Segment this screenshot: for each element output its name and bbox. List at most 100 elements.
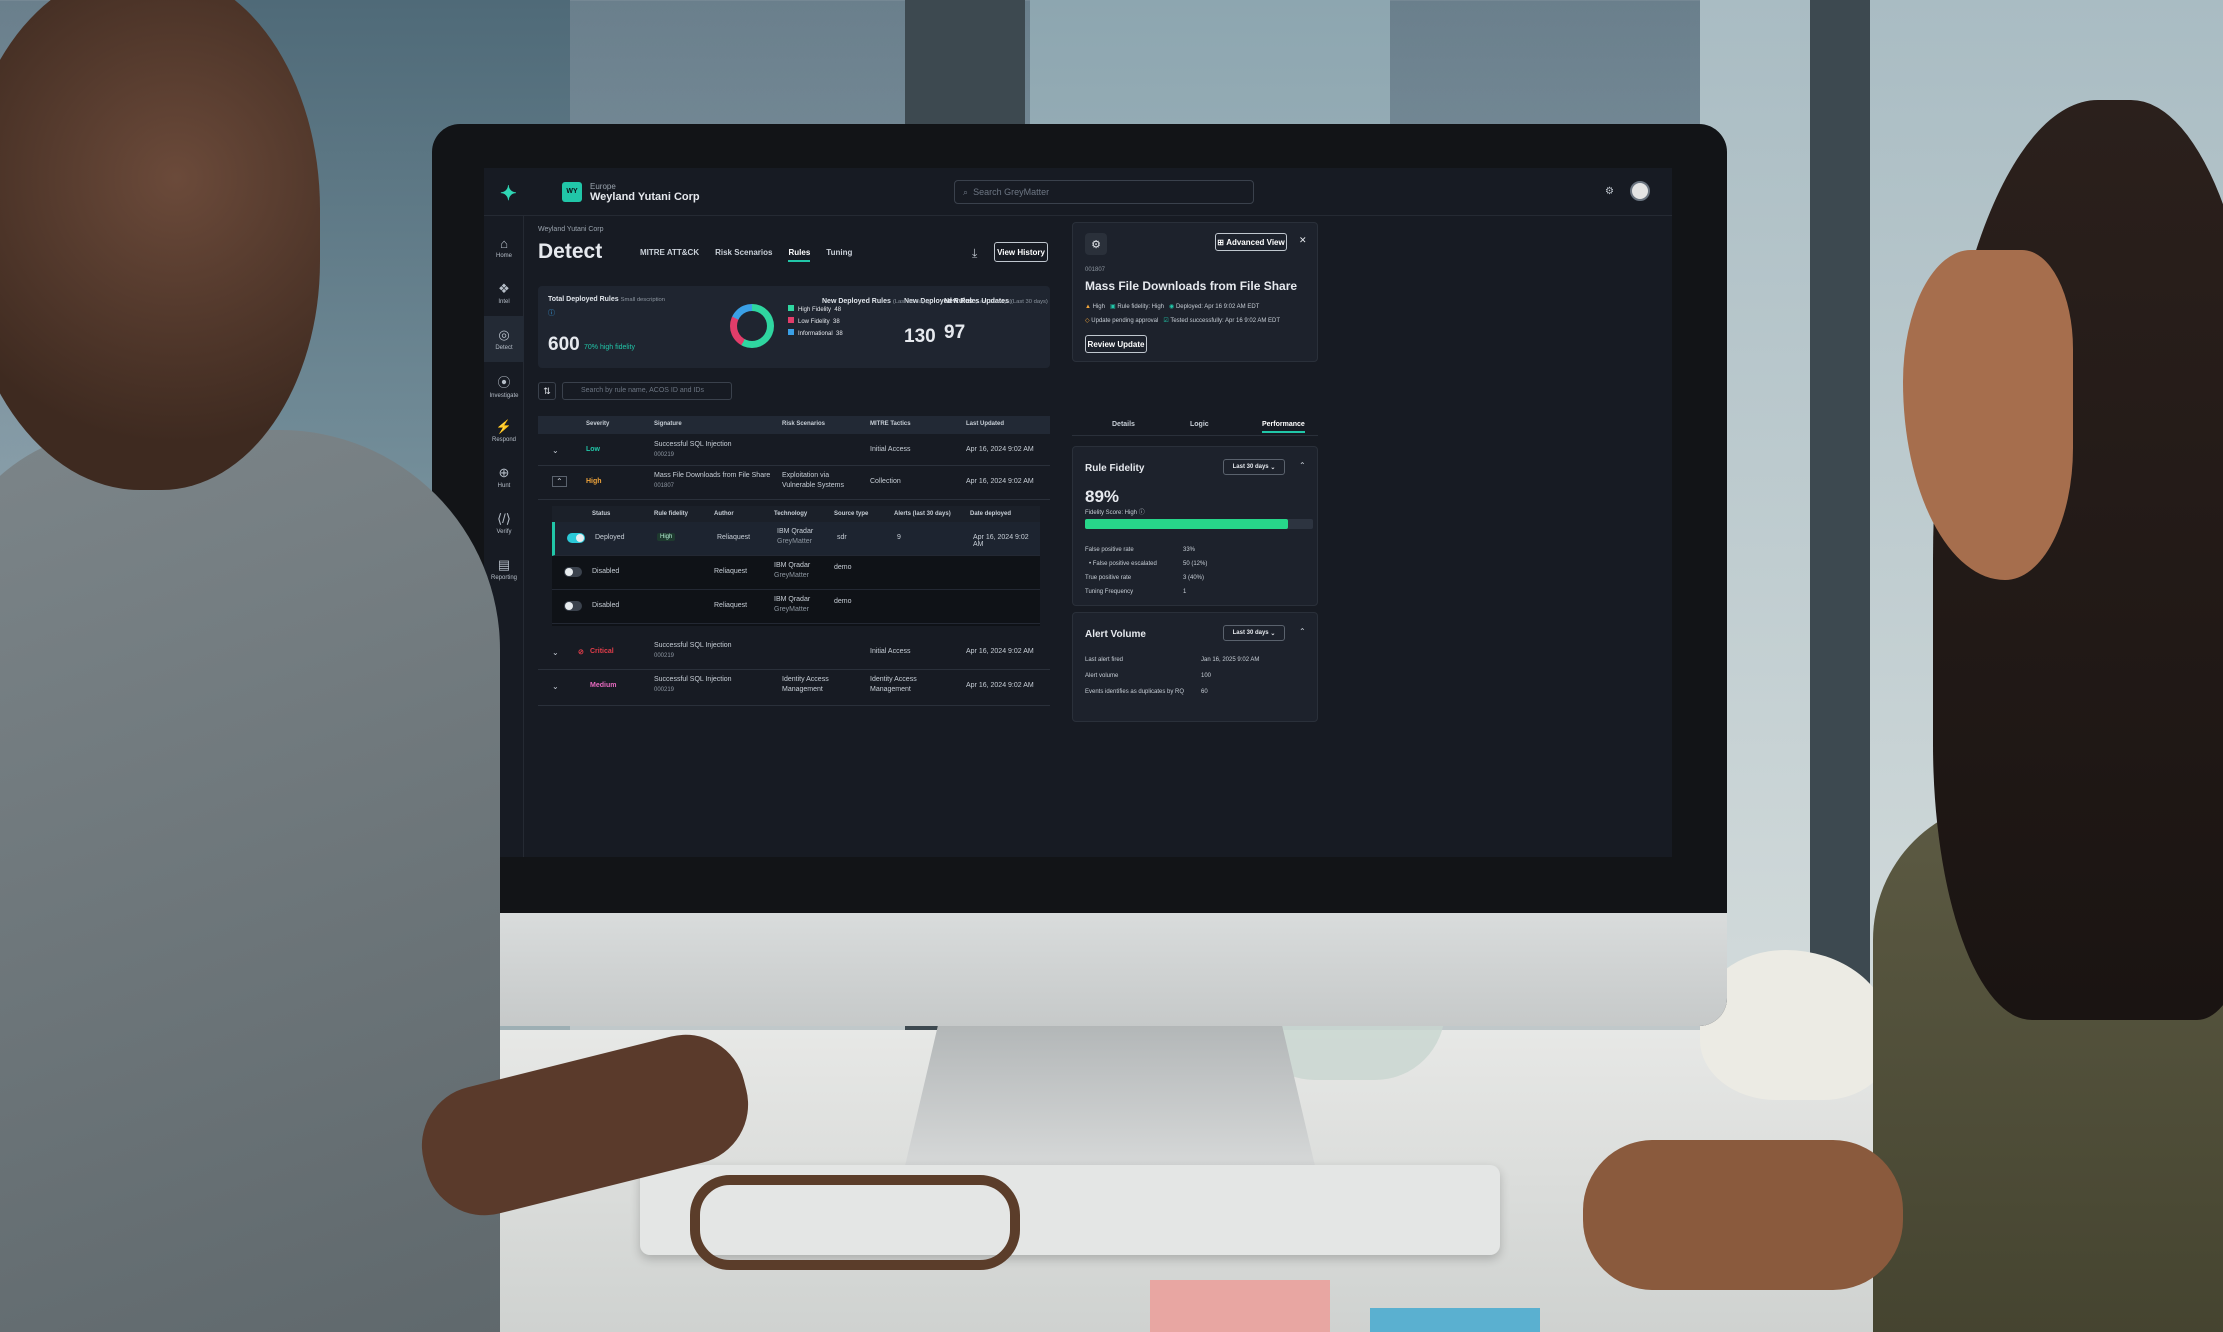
rule-search-input[interactable]: Search by rule name, ACOS ID and IDs xyxy=(562,382,732,400)
review-update-button[interactable]: Review Update xyxy=(1085,335,1147,353)
page-tabs: MITRE ATT&CK Risk Scenarios Rules Tuning xyxy=(640,248,852,262)
logo-icon[interactable]: ✦ xyxy=(500,181,522,205)
table-row[interactable]: ⌃ High Mass File Downloads from File Sha… xyxy=(538,466,1050,500)
chevron-down-icon[interactable]: ⌄ xyxy=(552,682,559,691)
nav-item-verify[interactable]: ⟨/⟩ Verify xyxy=(484,500,524,546)
technology-line2: GreyMatter xyxy=(777,538,813,545)
rule-meta-line1: ▲ High ▣ Rule fidelity: High ◉ Deployed:… xyxy=(1085,303,1259,310)
deploy-toggle[interactable] xyxy=(567,533,585,543)
risk-scenario-line2: Vulnerable Systems xyxy=(782,482,844,489)
rule-meta-line2: ◇ Update pending approval ☑ Tested succe… xyxy=(1085,317,1280,324)
tab-risk-scenarios[interactable]: Risk Scenarios xyxy=(715,248,772,262)
col-alerts: Alerts (last 30 days) xyxy=(894,511,951,517)
avatar[interactable] xyxy=(1630,181,1650,201)
rule-instances-table: Status Rule fidelity Author Technology S… xyxy=(552,506,1040,626)
legend-value: 38 xyxy=(833,319,840,325)
nav-item-home[interactable]: ⌂ Home xyxy=(484,224,524,270)
total-rules-desc: Small description xyxy=(620,297,666,303)
source-type: demo xyxy=(834,598,852,605)
fidelity-badge: High xyxy=(657,533,676,541)
chevron-down-icon[interactable]: ⌄ xyxy=(552,446,559,455)
donut-legend: High Fidelity 48 Low Fidelity 38 Informa… xyxy=(788,304,843,340)
breadcrumb[interactable]: Weyland Yutani Corp xyxy=(538,226,604,233)
table-row[interactable]: ⌄ Low Successful SQL Injection 000219 In… xyxy=(538,436,1050,466)
info-icon[interactable]: ⓘ xyxy=(1139,510,1145,516)
tab-rules[interactable]: Rules xyxy=(788,248,811,262)
volume-range-select[interactable]: Last 30 days ⌄ xyxy=(1223,625,1285,641)
legend-item: Informational 38 xyxy=(788,328,843,340)
rule-type-icon: ⚙ xyxy=(1085,233,1107,255)
nav-item-detect[interactable]: ◎ Detect xyxy=(484,316,524,362)
rule-instance-row[interactable]: Disabled Reliaquest IBM Qradar GreyMatte… xyxy=(552,556,1040,590)
nav-label: Hunt xyxy=(497,483,511,489)
deploy-toggle[interactable] xyxy=(564,567,582,577)
metric-value: 33% xyxy=(1183,547,1196,553)
tab-performance[interactable]: Performance xyxy=(1262,421,1305,433)
table-row[interactable]: ⌄ Medium Successful SQL Injection 000219… xyxy=(538,670,1050,706)
respond-icon: ⚡ xyxy=(495,419,513,434)
chevron-down-icon[interactable]: ⌄ xyxy=(552,648,559,657)
download-icon[interactable]: ⤓ xyxy=(972,246,977,261)
chevron-up-icon[interactable]: ⌃ xyxy=(1299,461,1306,470)
filter-button[interactable]: ⇅ xyxy=(538,382,556,400)
col-fidelity: Rule fidelity xyxy=(654,511,689,517)
tab-mitre[interactable]: MITRE ATT&CK xyxy=(640,248,699,262)
tab-tuning[interactable]: Tuning xyxy=(826,248,852,262)
nav-item-investigate[interactable]: ⦿ Investigate xyxy=(484,362,524,408)
nav-item-respond[interactable]: ⚡ Respond xyxy=(484,408,524,454)
reporting-icon: ▤ xyxy=(497,557,511,572)
table-row[interactable]: ⌄ ⊘ Critical Successful SQL Injection 00… xyxy=(538,636,1050,670)
person-right xyxy=(1583,100,2223,1332)
screen: ✦ WY Europe Weyland Yutani Corp ⌕ Search… xyxy=(484,168,1672,857)
metric-value: 3 (40%) xyxy=(1183,575,1205,581)
rule-fidelity-title: Rule Fidelity xyxy=(1085,463,1145,474)
legend-label: Informational xyxy=(798,331,833,337)
new-rules-value: 130 xyxy=(904,326,936,347)
legend-swatch xyxy=(788,305,794,311)
nav-item-hunt[interactable]: ⊕ Hunt xyxy=(484,454,524,500)
rules-updates-range: (Last 30 days) xyxy=(1010,299,1048,305)
close-icon[interactable]: ✕ xyxy=(1299,235,1307,246)
search-input[interactable]: ⌕ Search GreyMatter xyxy=(954,180,1254,204)
risk-scenario: Exploitation via xyxy=(782,472,830,479)
col-updated[interactable]: Last Updated xyxy=(966,421,1004,427)
tab-logic[interactable]: Logic xyxy=(1190,421,1209,428)
col-risk[interactable]: Risk Scenarios xyxy=(782,421,825,427)
col-status: Status xyxy=(592,511,611,517)
meta-pending: Update pending approval xyxy=(1091,318,1159,324)
status-label: Deployed xyxy=(595,534,625,541)
fidelity-value: 89% xyxy=(1085,487,1120,506)
rule-instance-row[interactable]: Deployed High Reliaquest IBM Qradar Grey… xyxy=(552,522,1040,556)
grid-icon: ⊞ xyxy=(1217,237,1224,247)
chevron-up-icon[interactable]: ⌃ xyxy=(1299,627,1306,636)
advanced-view-button[interactable]: ⊞ Advanced View xyxy=(1215,233,1287,251)
tab-details[interactable]: Details xyxy=(1112,421,1135,428)
last-updated: Apr 16, 2024 9:02 AM xyxy=(966,478,1034,485)
view-history-button[interactable]: View History xyxy=(994,242,1048,262)
mitre-tactic: Identity Access xyxy=(870,676,917,683)
rule-instance-row[interactable]: Disabled Reliaquest IBM Qradar GreyMatte… xyxy=(552,590,1040,624)
gear-icon[interactable]: ⚙ xyxy=(1605,186,1614,197)
org-switcher[interactable]: WY Europe Weyland Yutani Corp xyxy=(562,181,700,203)
nav-item-intel[interactable]: ❖ Intel xyxy=(484,270,524,316)
fidelity-range-select[interactable]: Last 30 days ⌄ xyxy=(1223,459,1285,475)
advanced-view-label: Advanced View xyxy=(1226,237,1285,247)
date-deployed: Apr 16, 2024 9:02 AM xyxy=(973,534,1029,548)
signature-id: 001807 xyxy=(654,483,675,489)
col-severity[interactable]: Severity xyxy=(586,421,609,427)
col-mitre[interactable]: MITRE Tactics xyxy=(870,421,911,427)
monitor-chin xyxy=(432,913,1727,1026)
info-icon[interactable]: ⓘ xyxy=(548,308,555,318)
signature: Successful SQL Injection xyxy=(654,676,732,683)
person-head xyxy=(0,0,320,490)
mitre-tactic: Initial Access xyxy=(870,648,911,655)
alert-volume-title: Alert Volume xyxy=(1085,629,1146,640)
eyeglasses xyxy=(690,1175,1020,1270)
col-signature[interactable]: Signature xyxy=(654,421,682,427)
monitor: ✦ WY Europe Weyland Yutani Corp ⌕ Search… xyxy=(432,124,1727,1026)
deploy-toggle[interactable] xyxy=(564,601,582,611)
chevron-up-icon[interactable]: ⌃ xyxy=(552,476,567,487)
top-bar: ✦ WY Europe Weyland Yutani Corp ⌕ Search… xyxy=(484,168,1672,216)
col-date: Date deployed xyxy=(970,511,1012,517)
window-pillar xyxy=(1810,0,1870,1050)
